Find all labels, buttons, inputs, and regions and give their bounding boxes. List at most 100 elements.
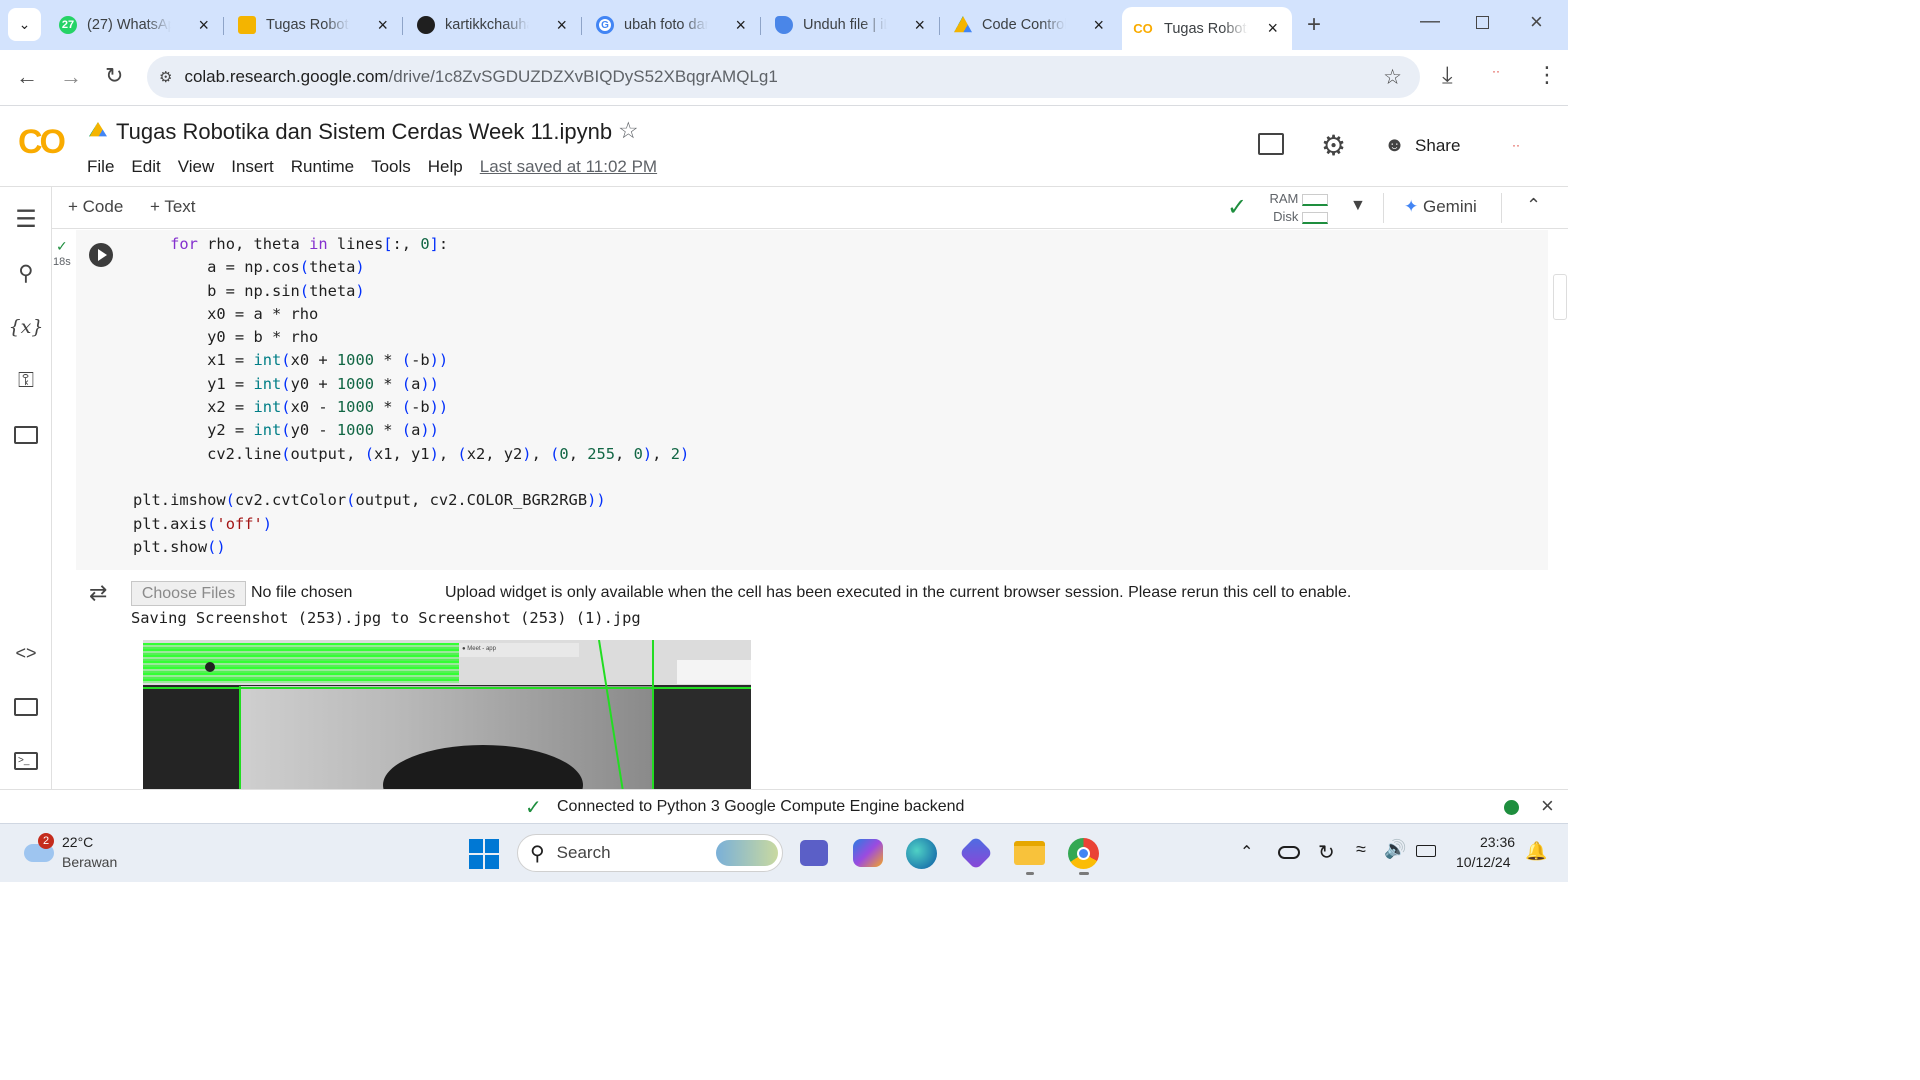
- back-icon[interactable]: ←: [16, 64, 38, 90]
- minimize-button[interactable]: —: [1420, 10, 1440, 33]
- comment-icon[interactable]: [1258, 133, 1284, 155]
- notebook-title[interactable]: Tugas Robotika dan Sistem Cerdas Week 11…: [116, 119, 612, 145]
- browser-menu-icon[interactable]: ⋮: [1536, 62, 1558, 88]
- tab-ilovepdf[interactable]: Unduh file | iLovePDF ×: [775, 8, 925, 42]
- file-explorer-icon[interactable]: [1014, 841, 1045, 865]
- show-hidden-icons[interactable]: ⌃: [1240, 842, 1253, 862]
- menu-file[interactable]: File: [87, 157, 114, 177]
- close-icon[interactable]: ×: [1093, 15, 1104, 36]
- close-icon[interactable]: ×: [735, 15, 746, 36]
- files-folder-icon[interactable]: [12, 421, 40, 449]
- close-icon[interactable]: ×: [198, 15, 209, 36]
- profile-icon[interactable]: ··: [1492, 64, 1500, 78]
- tab-google-search[interactable]: G ubah foto dari ×: [596, 8, 746, 42]
- bookmark-star-icon[interactable]: ☆: [1383, 65, 1402, 90]
- star-icon[interactable]: ☆: [618, 117, 639, 144]
- weather-widget[interactable]: 2 22°C Berawan: [20, 832, 130, 876]
- connected-check-icon: ✓: [1227, 194, 1248, 221]
- choose-files-button[interactable]: Choose Files: [131, 581, 246, 606]
- code-line: plt.axis('off'): [133, 514, 273, 533]
- taskbar-search[interactable]: ⚲ Search: [517, 834, 783, 872]
- download-icon[interactable]: ⤓: [1442, 62, 1453, 90]
- tab-drive[interactable]: Code Controller ×: [954, 8, 1104, 42]
- clock-date[interactable]: 10/12/24: [1456, 854, 1511, 870]
- close-status-icon[interactable]: ×: [1541, 793, 1554, 819]
- share-button[interactable]: ☻ Share: [1384, 134, 1460, 157]
- search-icon[interactable]: ⚲: [12, 259, 40, 287]
- menu-edit[interactable]: Edit: [131, 157, 160, 177]
- saving-message: Saving Screenshot (253).jpg to Screensho…: [131, 609, 641, 627]
- tab-search-button[interactable]: ⌄: [8, 8, 41, 41]
- forward-icon[interactable]: →: [60, 64, 82, 90]
- battery-icon[interactable]: [1416, 845, 1436, 857]
- notification-bell-icon[interactable]: 🔔: [1525, 841, 1547, 862]
- new-tab-button[interactable]: +: [1307, 11, 1321, 39]
- menu-help[interactable]: Help: [428, 157, 463, 177]
- colab-logo[interactable]: CO: [18, 123, 66, 162]
- sync-icon[interactable]: ↻: [1318, 840, 1335, 865]
- slides-icon: [238, 16, 256, 34]
- wifi-icon[interactable]: ≈: [1356, 839, 1366, 860]
- menu-runtime[interactable]: Runtime: [291, 157, 354, 177]
- add-text-button[interactable]: + Text: [150, 197, 196, 217]
- onedrive-icon[interactable]: [1278, 846, 1300, 859]
- start-button[interactable]: [469, 839, 499, 869]
- close-icon[interactable]: ×: [556, 15, 567, 36]
- drive-icon: [954, 16, 972, 33]
- tab-slides[interactable]: Tugas Robotika ×: [238, 8, 388, 42]
- variables-icon[interactable]: {x}: [9, 313, 44, 341]
- account-avatar[interactable]: ··: [1512, 138, 1520, 152]
- clock-time[interactable]: 23:36: [1480, 834, 1515, 850]
- gemini-button[interactable]: ✦ Gemini: [1404, 197, 1477, 217]
- code-line: for rho, theta in lines[:, 0]:: [170, 235, 449, 253]
- chrome-icon[interactable]: [1068, 838, 1099, 869]
- drive-icon[interactable]: [89, 122, 107, 137]
- windows-taskbar: 2 22°C Berawan ⚲ Search ⌃ ↻ ≈ 🔊 23:36 10…: [0, 823, 1568, 882]
- reload-icon[interactable]: ↻: [105, 63, 123, 89]
- cell-status-check-icon: ✓: [56, 238, 68, 254]
- last-saved-link[interactable]: Last saved at 11:02 PM: [480, 157, 657, 177]
- site-info-icon[interactable]: ⚙: [159, 68, 172, 86]
- close-icon[interactable]: ×: [377, 15, 388, 36]
- code-editor[interactable]: for rho, theta in lines[:, 0]: a = np.co…: [133, 233, 689, 559]
- weather-badge: 2: [38, 833, 54, 849]
- volume-icon[interactable]: 🔊: [1384, 839, 1406, 860]
- output-actions-icon[interactable]: ⇄: [89, 580, 107, 606]
- tab-whatsapp[interactable]: 27 (27) WhatsApp ×: [59, 8, 209, 42]
- terminal-icon[interactable]: >_: [12, 747, 40, 775]
- collapse-header-icon[interactable]: ⌃: [1526, 195, 1541, 216]
- taskbar-search-placeholder: Search: [556, 843, 611, 862]
- disk-bar: [1302, 211, 1328, 224]
- close-icon[interactable]: ×: [1267, 18, 1278, 39]
- menu-view[interactable]: View: [178, 157, 215, 177]
- copilot-app-icon[interactable]: [959, 836, 993, 870]
- notebook-scrollbar[interactable]: [1552, 230, 1568, 789]
- code-line: a = np.cos(theta): [133, 258, 365, 277]
- settings-gear-icon[interactable]: ⚙: [1321, 129, 1346, 162]
- tab-title: Code Controller: [982, 17, 1066, 33]
- add-code-button[interactable]: + Code: [68, 197, 123, 217]
- runtime-dropdown-icon[interactable]: ▼: [1350, 197, 1366, 215]
- secrets-key-icon[interactable]: ⚿: [12, 367, 40, 395]
- left-sidebar: ☰ ⚲ {x} ⚿ <> >_: [0, 187, 52, 789]
- menu-insert[interactable]: Insert: [231, 157, 274, 177]
- notebook-toolbar: + Code + Text ✓ RAM Disk ▼ ✦ Gemini ⌃: [52, 187, 1568, 229]
- scrollbar-thumb[interactable]: [1553, 274, 1567, 320]
- menu-tools[interactable]: Tools: [371, 157, 411, 177]
- run-cell-button[interactable]: [89, 243, 113, 267]
- url-field[interactable]: ⚙ colab.research.google.com/drive/1c8ZvS…: [147, 56, 1420, 98]
- restore-button[interactable]: [1476, 16, 1489, 29]
- no-file-label: No file chosen: [251, 584, 353, 601]
- ram-label: RAM: [1269, 191, 1299, 206]
- copilot-icon[interactable]: [853, 839, 883, 867]
- tab-colab-active[interactable]: CO Tugas Robotika ×: [1122, 7, 1292, 50]
- close-window-button[interactable]: ×: [1530, 9, 1543, 35]
- resource-monitor[interactable]: RAM Disk: [1262, 190, 1328, 226]
- code-snippets-icon[interactable]: <>: [12, 639, 40, 667]
- command-palette-icon[interactable]: [12, 693, 40, 721]
- tab-github[interactable]: kartikkchauhan ×: [417, 8, 567, 42]
- table-of-contents-icon[interactable]: ☰: [12, 205, 40, 233]
- edge-icon[interactable]: [906, 838, 937, 869]
- teams-icon[interactable]: [800, 840, 828, 866]
- close-icon[interactable]: ×: [914, 15, 925, 36]
